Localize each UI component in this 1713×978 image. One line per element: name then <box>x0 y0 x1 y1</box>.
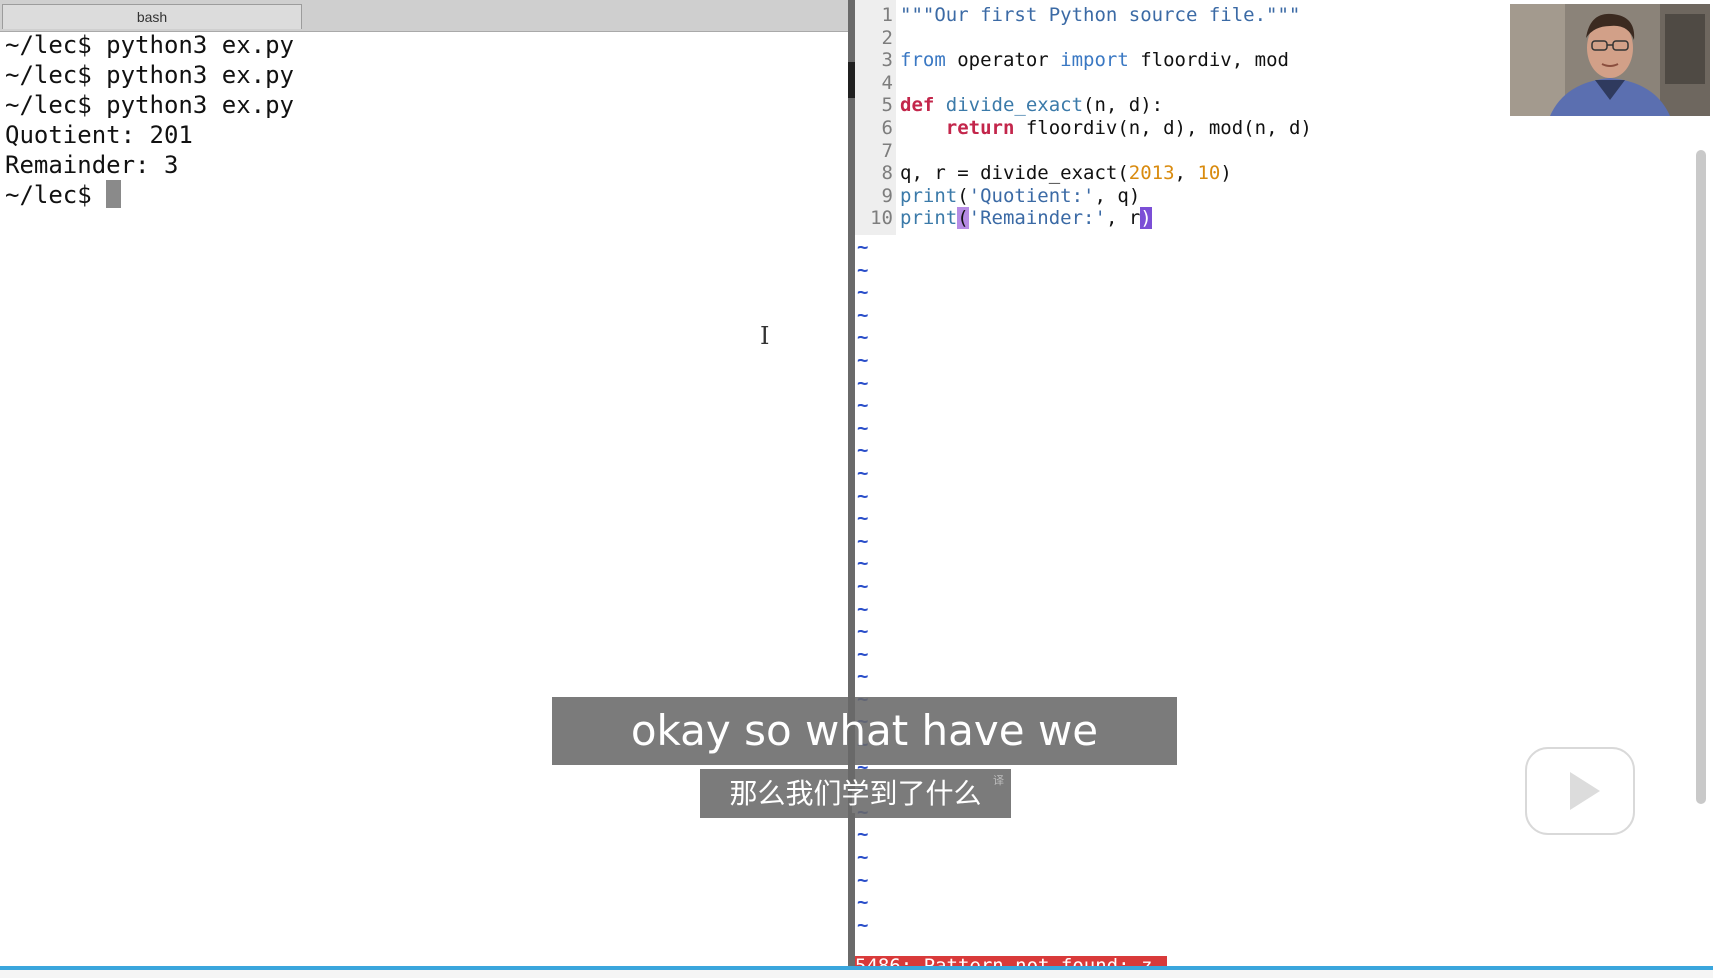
subtitle-chinese: 那么我们学到了什么 <box>700 769 1011 818</box>
line-number: 2 <box>881 26 893 49</box>
terminal-cursor <box>106 180 122 208</box>
tilde-marker: ~ <box>857 484 869 507</box>
close-paren: ) <box>1220 162 1232 185</box>
tilde-marker: ~ <box>857 326 869 349</box>
subtitle-english: okay so what have we learned <box>552 697 1177 823</box>
string-literal: 'Remainder:' <box>968 207 1106 230</box>
presenter-video-image <box>1510 4 1710 116</box>
code-line: 4 <box>855 72 1312 95</box>
code-line: 8 q, r = divide_exact(2013, 10) <box>855 162 1312 185</box>
line-number: 8 <box>881 162 893 185</box>
code-line: 10 print('Remainder:', r) <box>855 207 1312 230</box>
tilde-marker: ~ <box>857 529 869 552</box>
tilde-marker: ~ <box>857 642 869 665</box>
imported-names: floordiv, mod <box>1128 49 1289 72</box>
tilde-marker: ~ <box>857 258 869 281</box>
keyword-return: return <box>945 116 1015 139</box>
comma: , <box>1174 162 1198 185</box>
tilde-marker: ~ <box>857 236 869 258</box>
presenter-webcam <box>1510 4 1710 116</box>
tilde-marker: ~ <box>857 461 869 484</box>
code-line: 5 def divide_exact(n, d): <box>855 94 1312 117</box>
tilde-marker: ~ <box>857 281 869 304</box>
code-line: 2 <box>855 27 1312 50</box>
print-args: , q) <box>1094 184 1141 207</box>
terminal-prompt-line[interactable]: ~/lec$ <box>5 180 294 210</box>
line-number: 7 <box>881 139 893 162</box>
tilde-marker: ~ <box>857 665 869 688</box>
line-number: 4 <box>881 71 893 94</box>
line-number: 3 <box>881 49 893 72</box>
tilde-marker: ~ <box>857 303 869 326</box>
tv-play-logo-icon[interactable] <box>1520 730 1640 840</box>
terminal-output: ~/lec$ python3 ex.py ~/lec$ python3 ex.p… <box>5 30 294 210</box>
number-literal: 2013 <box>1128 162 1175 185</box>
string-literal: 'Quotient:' <box>968 184 1095 207</box>
terminal-line: Quotient: 201 <box>5 121 193 149</box>
line-number: 1 <box>881 4 893 26</box>
tilde-marker: ~ <box>857 574 869 597</box>
code-line: 6 return floordiv(n, d), mod(n, d) <box>855 117 1312 140</box>
terminal-tab-bar: bash <box>0 0 848 32</box>
tilde-marker: ~ <box>857 394 869 417</box>
tilde-marker: ~ <box>857 913 869 936</box>
tilde-marker: ~ <box>857 439 869 462</box>
docstring: """Our first Python source file.""" <box>900 4 1301 26</box>
keyword-import: import <box>1060 49 1129 72</box>
divider-handle[interactable] <box>848 62 855 98</box>
function-params: (n, d): <box>1083 94 1164 117</box>
tilde-marker: ~ <box>857 891 869 914</box>
number-literal: 10 <box>1197 162 1221 185</box>
builtin-print: print <box>900 184 958 207</box>
matched-open-paren: ( <box>957 207 969 230</box>
tilde-marker: ~ <box>857 416 869 439</box>
module-name: operator <box>945 49 1061 72</box>
vertical-scrollbar[interactable] <box>1696 150 1706 804</box>
bottom-strip <box>0 970 1713 978</box>
tilde-marker: ~ <box>857 846 869 869</box>
tilde-marker: ~ <box>857 507 869 530</box>
code-line: 3 from operator import floordiv, mod <box>855 49 1312 72</box>
terminal-prompt: ~/lec$ <box>5 181 107 209</box>
editor-cursor-paren: ) <box>1140 207 1152 230</box>
assignment: q, r = divide_exact( <box>900 162 1129 185</box>
print-args: , r <box>1105 207 1141 230</box>
tilde-marker: ~ <box>857 371 869 394</box>
code-line: 9 print('Quotient:', q) <box>855 185 1312 208</box>
code-line: 7 <box>855 140 1312 163</box>
return-expression: floordiv(n, d), mod(n, d) <box>1014 116 1312 139</box>
tilde-marker: ~ <box>857 597 869 620</box>
line-number: 10 <box>870 207 893 230</box>
translation-mark: 译 <box>993 774 1004 787</box>
function-name: divide_exact <box>934 94 1084 117</box>
tilde-marker: ~ <box>857 348 869 371</box>
open-paren: ( <box>957 184 969 207</box>
keyword-from: from <box>900 49 946 72</box>
line-number: 9 <box>881 184 893 207</box>
text-cursor-ibeam-icon: I <box>760 322 770 350</box>
line-number: 6 <box>881 116 893 139</box>
code-line: 1 """Our first Python source file.""" <box>855 4 1312 27</box>
tilde-marker: ~ <box>857 868 869 891</box>
keyword-def: def <box>900 94 935 117</box>
terminal-pane[interactable]: bash ~/lec$ python3 ex.py ~/lec$ python3… <box>0 0 848 970</box>
builtin-print: print <box>900 207 958 230</box>
tilde-marker: ~ <box>857 620 869 643</box>
line-number: 5 <box>881 94 893 117</box>
terminal-line: ~/lec$ python3 ex.py <box>5 91 294 119</box>
terminal-line: ~/lec$ python3 ex.py <box>5 61 294 89</box>
terminal-line: ~/lec$ python3 ex.py <box>5 31 294 59</box>
terminal-line: Remainder: 3 <box>5 151 179 179</box>
tilde-marker: ~ <box>857 552 869 575</box>
code-area[interactable]: 1 """Our first Python source file.""" 2 3… <box>855 4 1312 230</box>
tab-bash[interactable]: bash <box>2 4 302 29</box>
